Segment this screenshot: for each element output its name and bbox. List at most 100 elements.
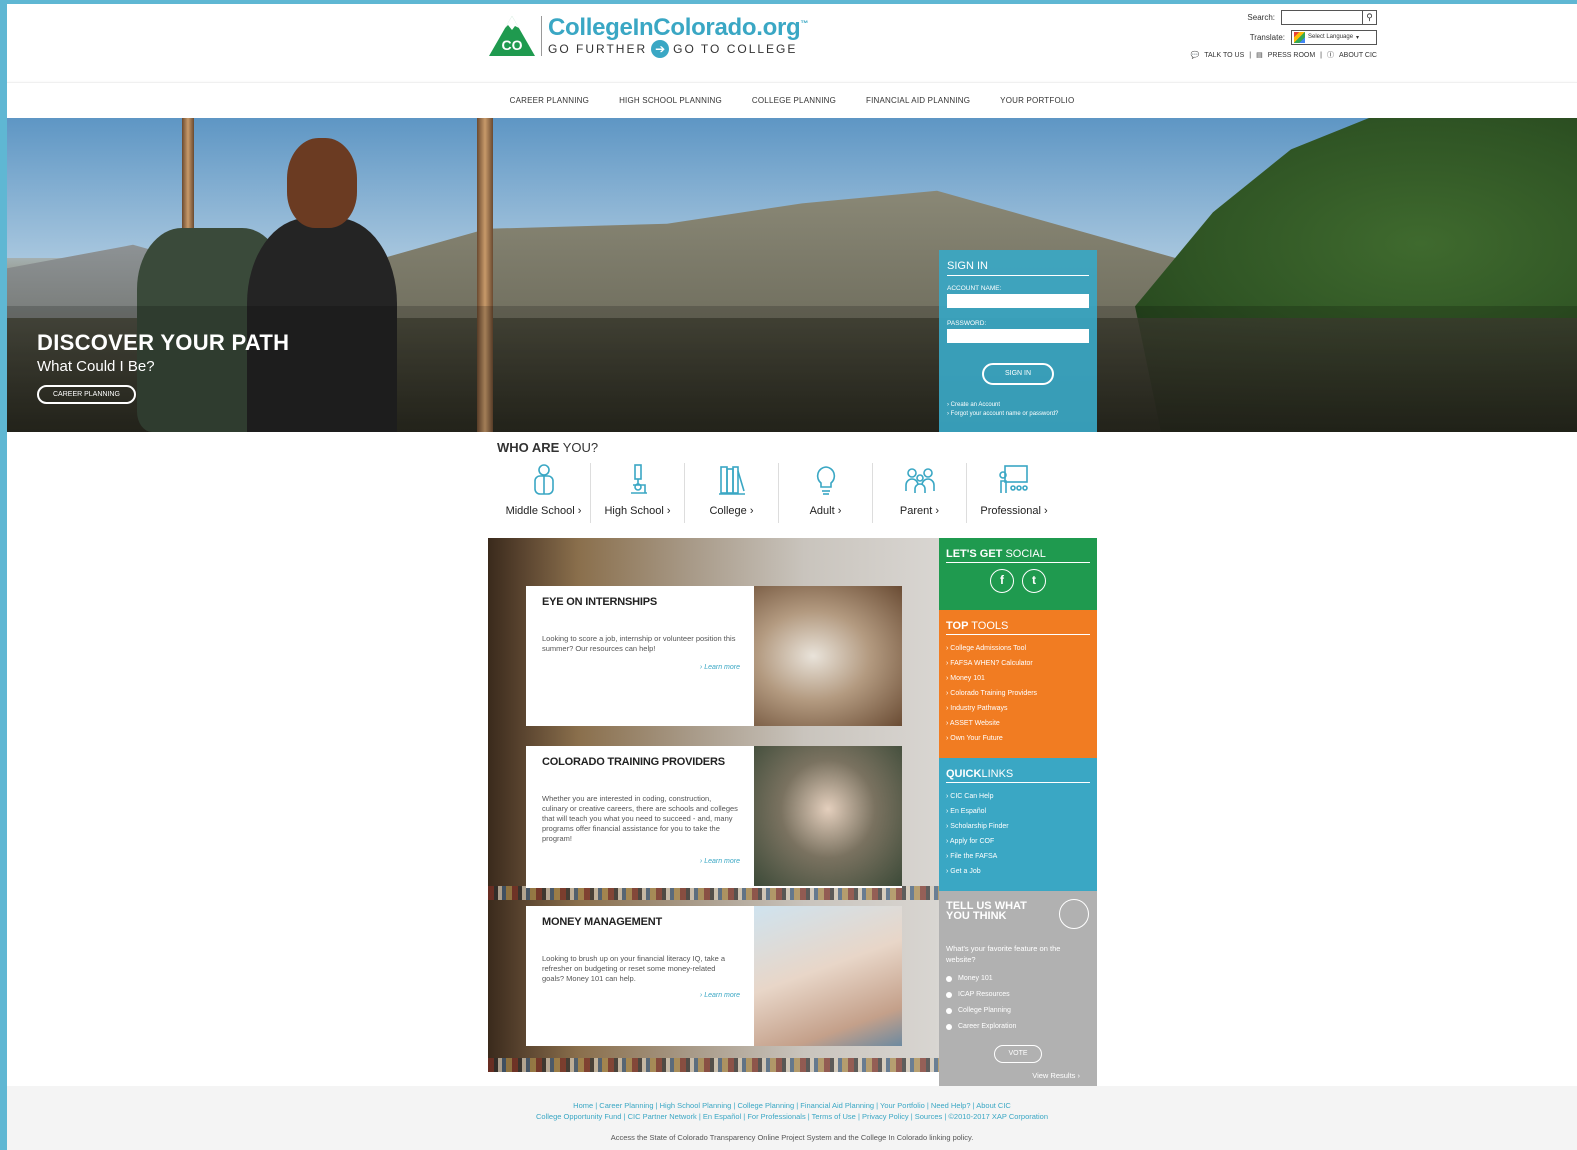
tool-link[interactable]: › Colorado Training Providers: [946, 686, 1090, 701]
forgot-account-link[interactable]: › Forgot your account name or password?: [947, 410, 1089, 419]
who-are-you-section: WHO ARE YOU? Middle School › High School…: [497, 440, 1097, 523]
feature-card[interactable]: MONEY MANAGEMENT Looking to brush up on …: [526, 906, 902, 1046]
logo-divider: [541, 16, 542, 56]
hero-text: DISCOVER YOUR PATH What Could I Be? CARE…: [37, 330, 289, 404]
chat-bubble-icon: 💬: [1190, 52, 1200, 59]
press-icon: ▤: [1256, 52, 1263, 59]
poll-title: TELL US WHAT YOU THINK: [946, 900, 1027, 922]
poll-option[interactable]: Career Exploration: [946, 1019, 1090, 1035]
audience-parent[interactable]: Parent ›: [873, 463, 967, 523]
radio-button[interactable]: [946, 976, 952, 982]
arrow-right-icon: ➔: [651, 40, 670, 58]
hero-subtitle: What Could I Be?: [37, 358, 155, 375]
nav-your-portfolio[interactable]: YOUR PORTFOLIO: [1000, 96, 1074, 105]
learn-more-link[interactable]: › Learn more: [700, 858, 740, 865]
top-tools-title: TOP TOOLS: [946, 620, 1090, 635]
translate-label: Translate:: [1249, 32, 1285, 42]
poll-option[interactable]: Money 101: [946, 971, 1090, 987]
account-name-input[interactable]: [947, 294, 1089, 308]
search-icon[interactable]: ⚲: [1362, 10, 1376, 24]
password-label: PASSWORD:: [947, 319, 987, 327]
colorado-mountain-logo-icon: CO: [487, 14, 537, 58]
feature-body: Looking to score a job, internship or vo…: [542, 634, 736, 653]
social-box: LET'S GET SOCIAL f t: [939, 538, 1097, 610]
feature-title: COLORADO TRAINING PROVIDERS: [542, 756, 725, 768]
radio-button[interactable]: [946, 1024, 952, 1030]
footer-links-primary[interactable]: Home | Career Planning | High School Pla…: [7, 1100, 1577, 1111]
language-select[interactable]: Select Language ▾: [1291, 29, 1377, 45]
quicklinks-title: QUICKLINKS: [946, 768, 1090, 783]
nav-high-school-planning[interactable]: HIGH SCHOOL PLANNING: [619, 96, 722, 105]
quick-link[interactable]: › Apply for COF: [946, 834, 1090, 849]
learn-more-link[interactable]: › Learn more: [700, 992, 740, 999]
books-icon: [717, 463, 747, 497]
audience-label: College ›: [709, 505, 754, 517]
quicklinks-box: QUICKLINKS › CIC Can Help › En Español ›…: [939, 758, 1097, 891]
tool-link[interactable]: › Money 101: [946, 671, 1090, 686]
feature-card[interactable]: COLORADO TRAINING PROVIDERS Whether you …: [526, 746, 902, 888]
tool-link[interactable]: › FAFSA WHEN? Calculator: [946, 656, 1090, 671]
language-select-value: Select Language: [1308, 34, 1354, 40]
feature-card[interactable]: EYE ON INTERNSHIPS Looking to score a jo…: [526, 586, 902, 726]
quick-link[interactable]: › En Español: [946, 804, 1090, 819]
nav-career-planning[interactable]: CAREER PLANNING: [510, 96, 589, 105]
tool-link[interactable]: › Industry Pathways: [946, 701, 1090, 716]
audience-adult[interactable]: Adult ›: [779, 463, 873, 523]
quick-link[interactable]: › Get a Job: [946, 864, 1090, 879]
quick-link[interactable]: › File the FAFSA: [946, 849, 1090, 864]
logo-tagline: GO FURTHER ➔ GO TO COLLEGE: [548, 40, 808, 58]
poll-box: TELL US WHAT YOU THINK What's your favor…: [939, 891, 1097, 1087]
vote-button[interactable]: VOTE: [994, 1045, 1042, 1063]
utility-links: 💬 TALK TO US | ▤ PRESS ROOM | ⓘ ABOUT CI…: [1190, 51, 1377, 60]
audience-label: Adult ›: [809, 505, 842, 517]
site-logo[interactable]: CO CollegeInColorado.org™ GO FURTHER ➔ G…: [487, 14, 808, 58]
laptop-notebook-image: [754, 586, 902, 726]
twitter-icon[interactable]: t: [1022, 569, 1046, 593]
create-account-link[interactable]: › Create an Account: [947, 401, 1089, 410]
feature-body: Whether you are interested in coding, co…: [542, 794, 738, 843]
poll-option[interactable]: College Planning: [946, 1003, 1090, 1019]
quick-link[interactable]: › Scholarship Finder: [946, 819, 1090, 834]
career-planning-button[interactable]: CAREER PLANNING: [37, 385, 136, 404]
audience-label: Middle School ›: [505, 505, 582, 517]
nav-financial-aid-planning[interactable]: FINANCIAL AID PLANNING: [866, 96, 970, 105]
tool-link[interactable]: › Own Your Future: [946, 731, 1090, 746]
quick-link[interactable]: › CIC Can Help: [946, 789, 1090, 804]
top-tools-box: TOP TOOLS › College Admissions Tool › FA…: [939, 610, 1097, 758]
signin-title: SIGN IN: [947, 260, 1089, 276]
talk-to-us-link[interactable]: TALK TO US: [1204, 52, 1244, 59]
family-icon: [904, 463, 935, 497]
tool-link[interactable]: › College Admissions Tool: [946, 641, 1090, 656]
radio-button[interactable]: [946, 992, 952, 998]
audience-label: Professional ›: [980, 505, 1048, 517]
audience-high-school[interactable]: High School ›: [591, 463, 685, 523]
audience-professional[interactable]: Professional ›: [967, 463, 1061, 523]
who-title: WHO ARE YOU?: [497, 440, 599, 455]
audience-label: Parent ›: [899, 505, 940, 517]
signin-button[interactable]: SIGN IN: [982, 363, 1054, 385]
footer-links-secondary[interactable]: College Opportunity Fund | CIC Partner N…: [7, 1111, 1577, 1122]
search-field[interactable]: ⚲: [1281, 9, 1377, 25]
lightbulb-icon: [811, 463, 841, 497]
learn-more-link[interactable]: › Learn more: [700, 664, 740, 671]
radio-button[interactable]: [946, 1008, 952, 1014]
feature-body: Looking to brush up on your financial li…: [542, 954, 726, 983]
about-cic-link[interactable]: ABOUT CIC: [1339, 52, 1377, 59]
account-name-label: ACCOUNT NAME:: [947, 285, 1002, 292]
view-results-link[interactable]: View Results ›: [946, 1071, 1080, 1080]
nav-college-planning[interactable]: COLLEGE PLANNING: [752, 96, 836, 105]
speech-bubble-icon: [1059, 899, 1089, 929]
microscope-icon: [623, 463, 653, 497]
facebook-icon[interactable]: f: [990, 569, 1014, 593]
students-reading-image: [754, 746, 902, 886]
audience-college[interactable]: College ›: [685, 463, 779, 523]
audience-middle-school[interactable]: Middle School ›: [497, 463, 591, 523]
password-input[interactable]: [947, 328, 1089, 343]
poll-option[interactable]: ICAP Resources: [946, 987, 1090, 1003]
press-room-link[interactable]: PRESS ROOM: [1268, 52, 1315, 59]
help-circle-icon: ⓘ: [1327, 52, 1334, 59]
tool-link[interactable]: › ASSET Website: [946, 716, 1090, 731]
footer-access-text: Access the State of Colorado Transparenc…: [610, 1133, 974, 1142]
signin-panel: SIGN IN ACCOUNT NAME: PASSWORD: SIGN IN …: [939, 250, 1097, 432]
search-label: Search:: [1247, 12, 1275, 22]
